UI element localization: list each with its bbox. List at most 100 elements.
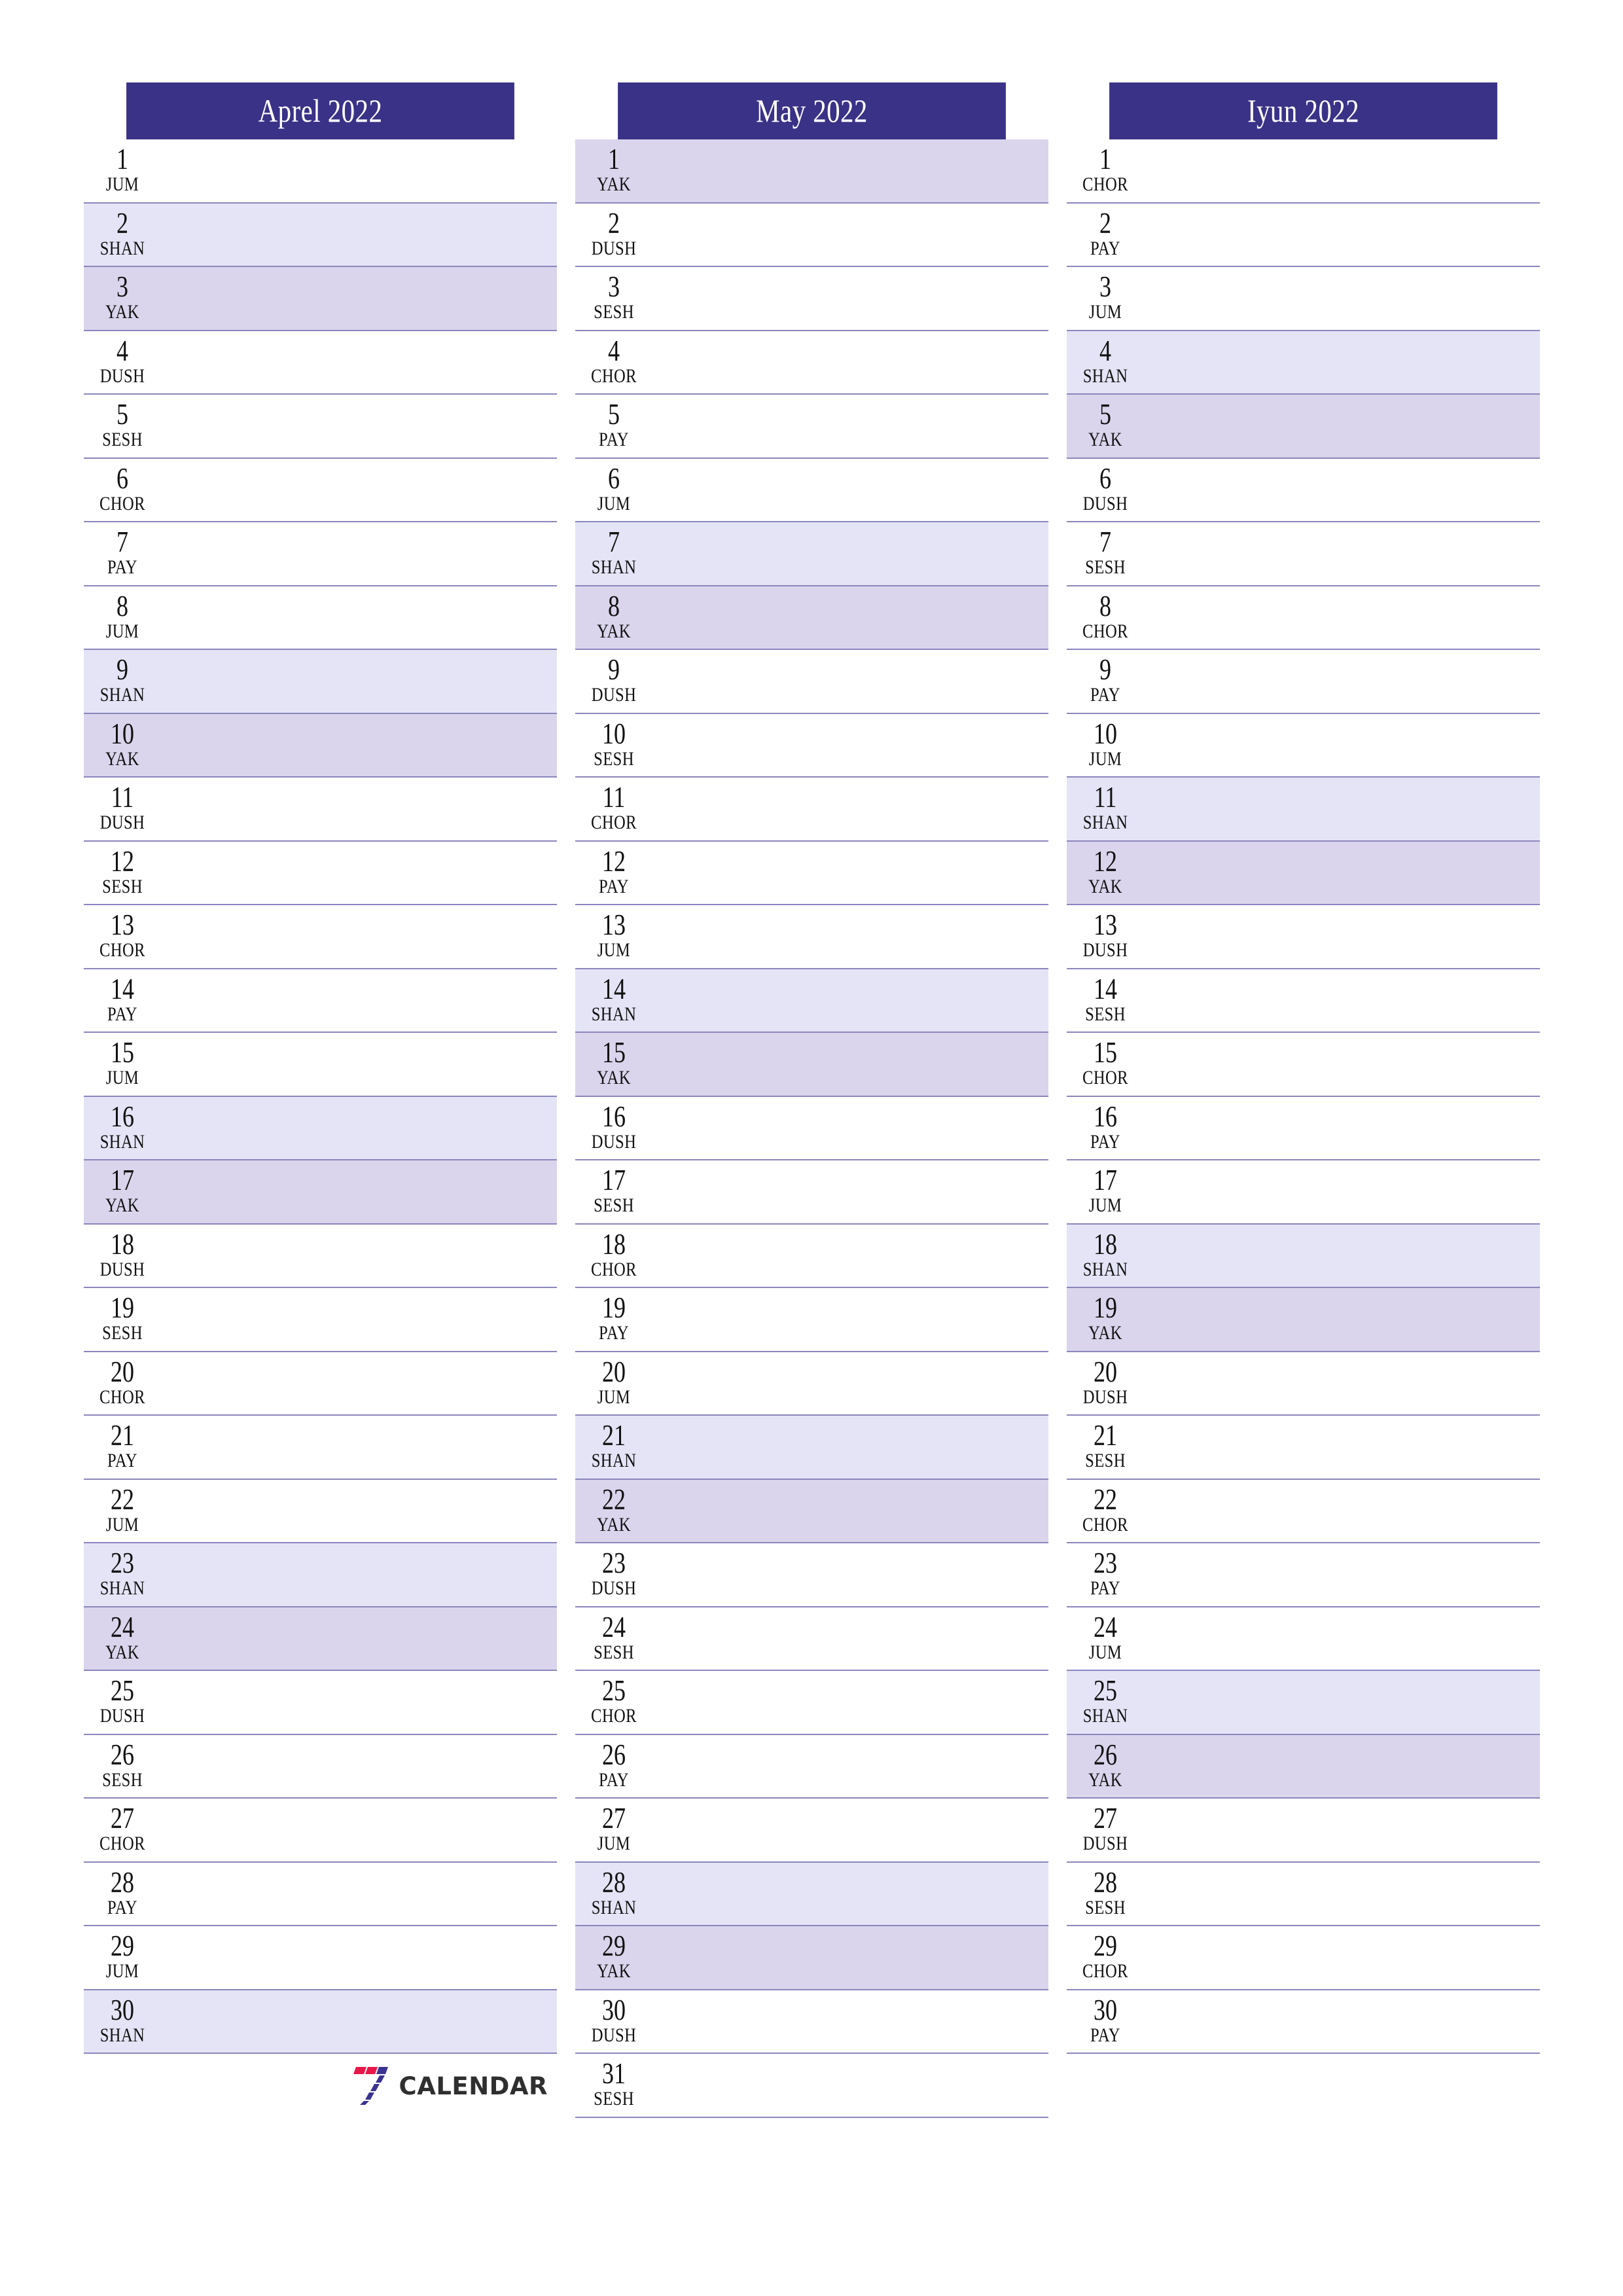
day-row[interactable]: 6 CHOR (84, 458, 557, 522)
day-row[interactable]: 12 PAY (575, 841, 1048, 905)
day-row[interactable]: 16 DUSH (575, 1096, 1048, 1160)
day-row[interactable]: 15 JUM (84, 1033, 557, 1097)
day-row[interactable]: 2 SHAN (84, 203, 557, 267)
day-row[interactable]: 9 DUSH (575, 650, 1048, 714)
day-row[interactable]: 15 CHOR (1067, 1033, 1540, 1097)
day-row[interactable]: 13 CHOR (84, 905, 557, 969)
day-number: 27 (1094, 1802, 1117, 1835)
day-row[interactable]: 21 SHAN (575, 1416, 1048, 1480)
day-row[interactable]: 4 SHAN (1067, 331, 1540, 395)
day-row[interactable]: 11 CHOR (575, 778, 1048, 842)
day-row[interactable]: 19 YAK (1067, 1288, 1540, 1352)
day-row[interactable]: 19 SESH (84, 1288, 557, 1352)
day-row[interactable]: 31 SESH (575, 2054, 1048, 2118)
day-row[interactable]: 19 PAY (575, 1288, 1048, 1352)
day-row[interactable]: 14 SHAN (575, 969, 1048, 1033)
day-row[interactable]: 28 SHAN (575, 1862, 1048, 1926)
day-row[interactable]: 28 SESH (1067, 1862, 1540, 1926)
day-row[interactable]: 8 CHOR (1067, 586, 1540, 650)
day-row[interactable]: 7 PAY (84, 522, 557, 586)
day-row[interactable]: 29 JUM (84, 1926, 557, 1990)
day-row[interactable]: 13 DUSH (1067, 905, 1540, 969)
day-row[interactable]: 12 SESH (84, 841, 557, 905)
day-row[interactable]: 29 CHOR (1067, 1926, 1540, 1990)
day-row[interactable]: 25 CHOR (575, 1671, 1048, 1735)
day-row[interactable]: 28 PAY (84, 1862, 557, 1926)
day-row[interactable]: 9 PAY (1067, 650, 1540, 714)
day-row[interactable]: 4 CHOR (575, 331, 1048, 395)
day-row[interactable]: 12 YAK (1067, 841, 1540, 905)
day-row[interactable]: 20 CHOR (84, 1352, 557, 1416)
day-row[interactable]: 24 JUM (1067, 1607, 1540, 1671)
day-row[interactable]: 22 CHOR (1067, 1479, 1540, 1543)
day-row[interactable]: 3 YAK (84, 267, 557, 331)
day-row[interactable]: 1 JUM (84, 139, 557, 204)
day-row[interactable]: 7 SESH (1067, 522, 1540, 586)
day-row[interactable]: 9 SHAN (84, 650, 557, 714)
day-number: 7 (608, 526, 620, 558)
day-row[interactable]: 20 DUSH (1067, 1352, 1540, 1416)
day-row[interactable]: 18 CHOR (575, 1224, 1048, 1288)
day-row[interactable]: 1 YAK (575, 139, 1048, 204)
day-row[interactable]: 22 YAK (575, 1479, 1048, 1543)
day-row[interactable]: 30 DUSH (575, 1990, 1048, 2054)
day-row[interactable]: 5 SESH (84, 395, 557, 459)
day-row[interactable]: 1 CHOR (1067, 139, 1540, 204)
day-row[interactable]: 15 YAK (575, 1033, 1048, 1097)
day-row[interactable]: 27 CHOR (84, 1799, 557, 1863)
day-row[interactable]: 5 YAK (1067, 395, 1540, 459)
day-row[interactable]: 29 YAK (575, 1926, 1048, 1990)
day-row[interactable]: 23 SHAN (84, 1543, 557, 1607)
day-row[interactable]: 11 SHAN (1067, 778, 1540, 842)
day-row[interactable]: 27 JUM (575, 1799, 1048, 1863)
day-row[interactable]: 17 SESH (575, 1160, 1048, 1225)
day-row[interactable]: 24 YAK (84, 1607, 557, 1671)
day-row[interactable]: 5 PAY (575, 395, 1048, 459)
day-row[interactable]: 7 SHAN (575, 522, 1048, 586)
day-row[interactable]: 18 SHAN (1067, 1224, 1540, 1288)
day-row[interactable]: 21 SESH (1067, 1416, 1540, 1480)
day-number: 17 (1094, 1164, 1117, 1196)
day-row[interactable]: 3 JUM (1067, 267, 1540, 331)
day-number: 30 (111, 1993, 134, 2026)
day-row[interactable]: 23 DUSH (575, 1543, 1048, 1607)
day-row[interactable]: 14 SESH (1067, 969, 1540, 1033)
day-row[interactable]: 10 SESH (575, 713, 1048, 778)
day-row[interactable]: 2 DUSH (575, 203, 1048, 267)
day-row[interactable]: 23 PAY (1067, 1543, 1540, 1607)
day-row[interactable]: 18 DUSH (84, 1224, 557, 1288)
day-row[interactable]: 16 SHAN (84, 1096, 557, 1160)
day-row[interactable]: 25 SHAN (1067, 1671, 1540, 1735)
day-row[interactable]: 13 JUM (575, 905, 1048, 969)
day-row[interactable]: 27 DUSH (1067, 1799, 1540, 1863)
day-weekday-abbr: SHAN (99, 1577, 145, 1599)
day-row[interactable]: 16 PAY (1067, 1096, 1540, 1160)
day-row[interactable]: 8 YAK (575, 586, 1048, 650)
day-number: 18 (111, 1227, 134, 1261)
day-row[interactable]: 26 SESH (84, 1734, 557, 1799)
day-row[interactable]: 11 DUSH (84, 778, 557, 842)
day-row[interactable]: 21 PAY (84, 1416, 557, 1480)
day-row[interactable]: 3 SESH (575, 267, 1048, 331)
calendar-page: Aprel 2022 1 JUM 2 SHAN 3 YAK 4 DUSH 5 SESH 6 CHOR 7 P… (0, 0, 1623, 2296)
day-row[interactable]: 30 SHAN (84, 1990, 557, 2054)
day-row[interactable]: 26 PAY (575, 1734, 1048, 1799)
day-row[interactable]: 17 JUM (1067, 1160, 1540, 1225)
day-row[interactable]: 14 PAY (84, 969, 557, 1033)
day-row[interactable]: 17 YAK (84, 1160, 557, 1225)
day-row[interactable]: 10 JUM (1067, 713, 1540, 778)
day-row[interactable]: 4 DUSH (84, 331, 557, 395)
day-row[interactable]: 8 JUM (84, 586, 557, 650)
day-row[interactable]: 26 YAK (1067, 1734, 1540, 1799)
day-row[interactable]: 6 JUM (575, 458, 1048, 522)
day-row[interactable]: 25 DUSH (84, 1671, 557, 1735)
day-row[interactable]: 6 DUSH (1067, 458, 1540, 522)
day-weekday-abbr: PAY (599, 1768, 629, 1791)
day-weekday-abbr: JUM (105, 1067, 139, 1088)
day-row[interactable]: 30 PAY (1067, 1990, 1540, 2054)
day-row[interactable]: 22 JUM (84, 1479, 557, 1543)
day-row[interactable]: 10 YAK (84, 713, 557, 778)
day-row[interactable]: 2 PAY (1067, 203, 1540, 267)
day-row[interactable]: 20 JUM (575, 1352, 1048, 1416)
day-row[interactable]: 24 SESH (575, 1607, 1048, 1671)
